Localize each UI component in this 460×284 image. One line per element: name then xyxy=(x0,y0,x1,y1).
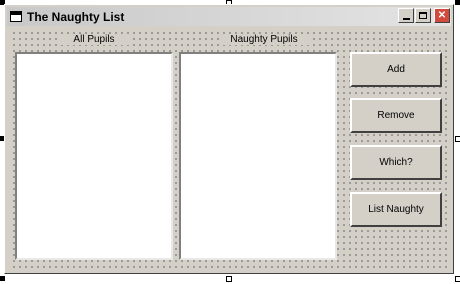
maximize-button[interactable] xyxy=(415,8,431,23)
minimize-button[interactable] xyxy=(398,8,414,23)
window-title: The Naughty List xyxy=(27,9,125,24)
resize-handle-bottom-center[interactable] xyxy=(226,276,232,282)
resize-handle-top-right[interactable] xyxy=(455,0,460,5)
remove-button[interactable]: Remove xyxy=(350,98,442,133)
maximize-icon xyxy=(419,12,427,19)
naughty-pupils-listbox[interactable] xyxy=(179,52,337,260)
resize-handle-bottom-right[interactable] xyxy=(455,276,460,282)
title-bar-controls: ✕ xyxy=(398,8,450,23)
add-button[interactable]: Add xyxy=(350,52,442,87)
close-icon: ✕ xyxy=(437,9,447,21)
naughty-list-window: The Naughty List ✕ All Pupils Naughty Pu… xyxy=(4,4,454,274)
which-button[interactable]: Which? xyxy=(350,145,442,180)
all-pupils-listbox[interactable] xyxy=(15,52,173,260)
resize-handle-bottom-left[interactable] xyxy=(0,276,5,281)
window-app-icon xyxy=(10,11,22,22)
minimize-icon xyxy=(402,18,410,20)
title-bar[interactable]: The Naughty List ✕ xyxy=(7,7,451,26)
form-design-surface: All Pupils Naughty Pupils Add Remove Whi… xyxy=(9,28,449,269)
close-button[interactable]: ✕ xyxy=(434,8,450,23)
list-naughty-button[interactable]: List Naughty xyxy=(350,192,442,227)
resize-handle-middle-right[interactable] xyxy=(455,136,460,142)
all-pupils-label: All Pupils xyxy=(59,34,129,45)
naughty-pupils-label: Naughty Pupils xyxy=(219,34,309,45)
